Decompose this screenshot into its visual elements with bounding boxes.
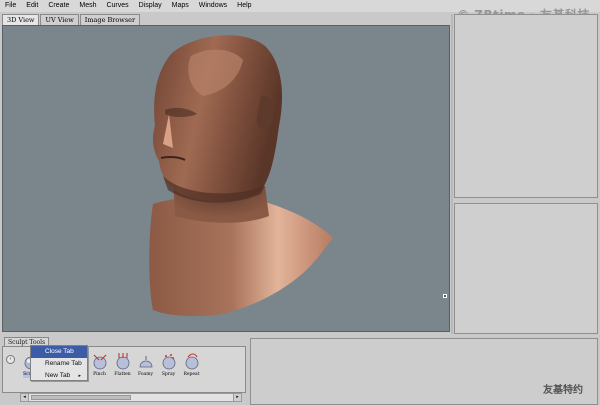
viewport-resize-handle[interactable] <box>443 294 447 298</box>
tool-label: Spray <box>161 372 176 377</box>
scroll-left-icon[interactable]: ◂ <box>21 394 29 401</box>
bottom-panel: 友基特约 <box>250 338 598 405</box>
menu-item-close-tab[interactable]: Close Tab <box>31 346 87 358</box>
flatten-icon <box>116 353 129 370</box>
menu-item-new-tab[interactable]: New Tab ▸ <box>31 370 87 382</box>
scroll-right-icon[interactable]: ▸ <box>233 394 241 401</box>
menu-help[interactable]: Help <box>232 0 256 12</box>
tray-nav-icon[interactable]: › <box>6 355 15 364</box>
menu-curves[interactable]: Curves <box>101 0 133 12</box>
menu-item-label: New Tab <box>45 372 71 379</box>
menu-mesh[interactable]: Mesh <box>74 0 101 12</box>
tab-image-browser[interactable]: Image Browser <box>79 14 141 25</box>
submenu-arrow-icon: ▸ <box>78 373 81 379</box>
tool-label: Foamy <box>137 372 154 377</box>
right-panel-middle <box>454 203 598 334</box>
scroll-thumb[interactable] <box>31 395 131 400</box>
3d-viewport[interactable] <box>2 25 450 332</box>
foamy-icon <box>139 356 152 368</box>
menu-item-label: Rename Tab <box>45 360 82 367</box>
spray-icon <box>162 354 175 370</box>
tool-foamy[interactable]: Foamy <box>134 351 157 378</box>
menu-edit[interactable]: Edit <box>21 0 43 12</box>
menu-item-label: Close Tab <box>45 348 74 355</box>
pinch-icon <box>93 354 106 370</box>
view-tab-bar: 3D View UV View Image Browser <box>2 14 141 25</box>
menu-item-rename-tab[interactable]: Rename Tab <box>31 358 87 370</box>
menu-display[interactable]: Display <box>134 0 167 12</box>
tool-pinch[interactable]: Pinch <box>88 351 111 378</box>
watermark-bottom: 友基特约 <box>543 385 583 396</box>
tools-scrollbar[interactable]: ◂ ▸ <box>20 393 242 402</box>
panel-splitter[interactable] <box>451 14 453 334</box>
tool-label: Flatten <box>114 372 131 377</box>
tab-context-menu: Close Tab Rename Tab New Tab ▸ <box>30 345 88 381</box>
menu-create[interactable]: Create <box>43 0 74 12</box>
tab-uv-view[interactable]: UV View <box>40 14 79 25</box>
head-model <box>149 35 333 317</box>
tool-spray[interactable]: Spray <box>157 351 180 378</box>
tab-3d-view[interactable]: 3D View <box>2 14 40 25</box>
tool-label: Pinch <box>93 372 106 377</box>
menu-file[interactable]: File <box>0 0 21 12</box>
tool-label: Repeat <box>183 372 200 377</box>
tool-repeat[interactable]: Repeat <box>180 351 203 378</box>
right-panel-top <box>454 14 598 198</box>
menu-maps[interactable]: Maps <box>167 0 194 12</box>
menu-windows[interactable]: Windows <box>194 0 232 12</box>
tool-flatten[interactable]: Flatten <box>111 351 134 378</box>
repeat-icon <box>185 353 198 370</box>
